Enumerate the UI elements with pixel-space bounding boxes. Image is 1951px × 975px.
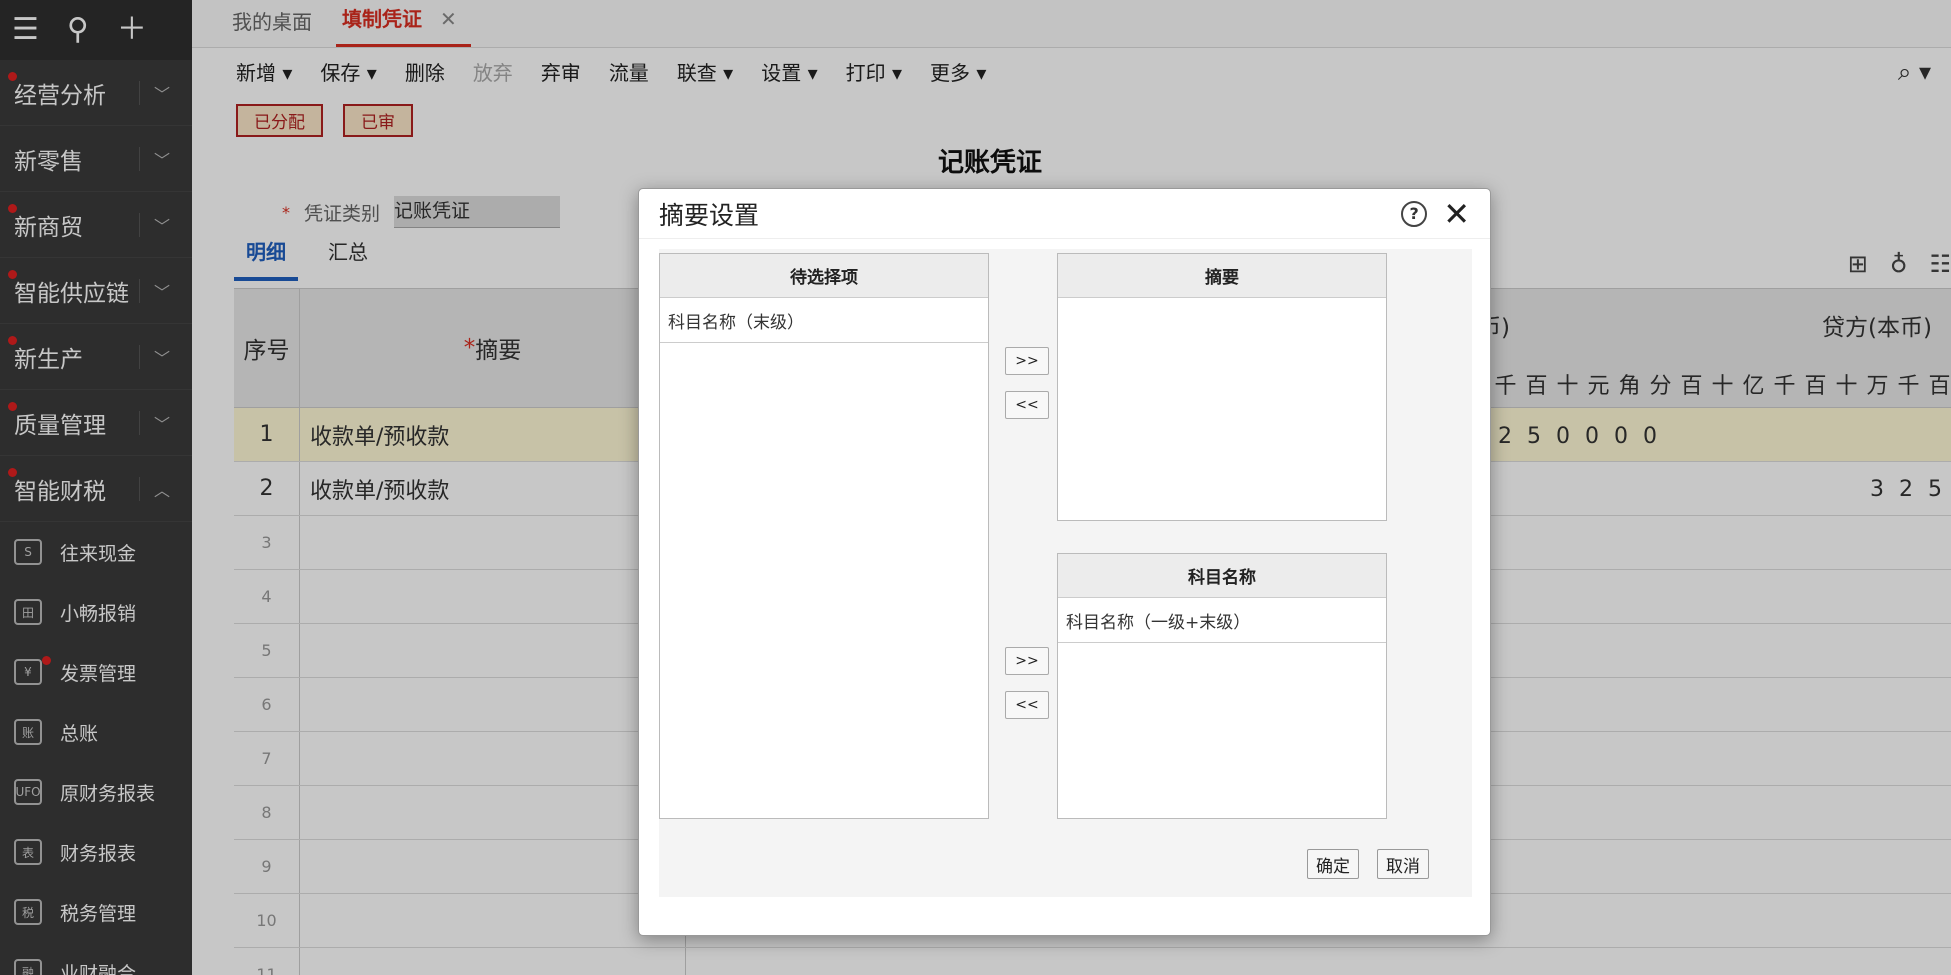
ok-button[interactable]: 确定	[1307, 849, 1359, 879]
subject-list: 科目名称 科目名称（一级+末级）	[1057, 553, 1387, 819]
subject-list-header: 科目名称	[1058, 554, 1386, 598]
candidate-list: 待选择项 科目名称（末级）	[659, 253, 989, 819]
move-left-button-1[interactable]: <<	[1005, 391, 1049, 419]
candidate-list-header: 待选择项	[660, 254, 988, 298]
summary-list: 摘要	[1057, 253, 1387, 521]
list-item[interactable]: 科目名称（末级）	[660, 298, 988, 343]
cancel-button[interactable]: 取消	[1377, 849, 1429, 879]
help-icon[interactable]: ?	[1401, 200, 1428, 227]
dialog-title: 摘要设置	[659, 200, 760, 230]
move-right-button-1[interactable]: >>	[1005, 347, 1049, 375]
summary-settings-dialog: 摘要设置 ? ✕ 待选择项 科目名称（末级） >> << 摘要 >> << 科目…	[638, 188, 1491, 936]
summary-list-header: 摘要	[1058, 254, 1386, 298]
move-left-button-2[interactable]: <<	[1005, 691, 1049, 719]
list-item[interactable]: 科目名称（一级+末级）	[1058, 598, 1386, 643]
dialog-header: 摘要设置 ? ✕	[639, 189, 1490, 239]
move-right-button-2[interactable]: >>	[1005, 647, 1049, 675]
dialog-body: 待选择项 科目名称（末级） >> << 摘要 >> << 科目名称 科目名称（一…	[659, 249, 1472, 897]
close-icon[interactable]: ✕	[1443, 198, 1470, 230]
